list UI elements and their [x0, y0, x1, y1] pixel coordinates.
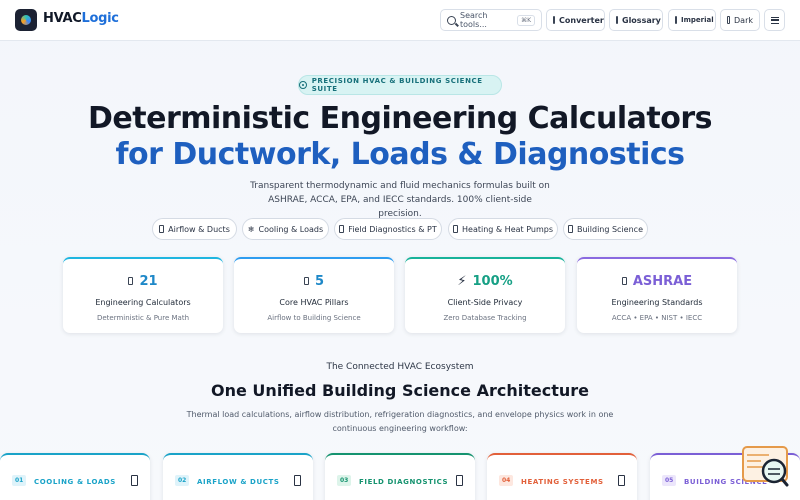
logo-icon[interactable] [15, 9, 37, 31]
search-label: Search tools... [460, 11, 488, 29]
chip-label: Building Science [576, 224, 643, 234]
flame-icon [618, 475, 625, 486]
duct-icon [159, 225, 165, 233]
chip-cooling-loads[interactable]: ❄ Cooling & Loads [242, 218, 329, 240]
units-icon [675, 16, 677, 24]
hamburger-icon [770, 16, 779, 24]
stat-label: Core HVAC Pillars [279, 298, 349, 307]
units-label: Imperial [681, 16, 714, 24]
brand-part-2: Logic [81, 11, 119, 26]
stat-value: 21 [63, 274, 223, 289]
converter-button[interactable]: Converter [546, 9, 605, 31]
moon-icon [727, 16, 731, 24]
chip-label: Airflow & Ducts [168, 224, 230, 234]
converter-icon [553, 16, 555, 24]
chip-label: Field Diagnostics & PT [348, 224, 437, 234]
theme-toggle-button[interactable]: Dark [720, 9, 760, 31]
snowflake-icon [131, 475, 138, 486]
hero-title-line2: for Ductwork, Loads & Diagnostics [115, 137, 685, 172]
stat-card-standards: ASHRAE Engineering Standards ACCA • EPA … [577, 257, 737, 333]
stat-card-calculators: 21 Engineering Calculators Deterministic… [63, 257, 223, 333]
brand-name[interactable]: HVACLogic [43, 11, 119, 26]
pillar-card-cooling[interactable]: 01 COOLING & LOADS [0, 453, 150, 500]
chip-heating-heat-pumps[interactable]: Heating & Heat Pumps [448, 218, 558, 240]
certificate-icon [621, 277, 627, 285]
pillar-index: 03 [337, 475, 352, 486]
top-header: HVACLogic Search tools... ⌘K Converter G… [0, 0, 800, 41]
layers-icon [303, 277, 309, 285]
chip-field-diagnostics[interactable]: Field Diagnostics & PT [334, 218, 442, 240]
search-button[interactable]: Search tools... ⌘K [440, 9, 542, 31]
pillar-name: HEATING SYSTEMS [521, 478, 604, 486]
menu-button[interactable] [764, 9, 785, 31]
hero-title-line1: Deterministic Engineering Calculators [88, 101, 712, 136]
ecosystem-kicker: The Connected HVAC Ecosystem [326, 362, 474, 372]
ecosystem-description: Thermal load calculations, airflow distr… [186, 410, 614, 433]
ecosystem-title: One Unified Building Science Architectur… [211, 381, 589, 400]
hero-badge: PRECISION HVAC & BUILDING SCIENCE SUITE [298, 75, 502, 95]
glossary-search-fab-icon[interactable] [741, 445, 789, 489]
pillar-index: 01 [12, 475, 27, 486]
stat-value: ⚡ 100% [457, 274, 513, 289]
pillar-index: 04 [499, 475, 514, 486]
stat-note: ACCA • EPA • NIST • IECC [611, 314, 703, 322]
flame-icon [453, 225, 458, 233]
pillar-name: FIELD DIAGNOSTICS [359, 478, 449, 486]
stat-card-pillars: 5 Core HVAC Pillars Airflow to Building … [234, 257, 394, 333]
units-toggle-button[interactable]: Imperial [668, 9, 716, 31]
duct-icon [294, 475, 301, 486]
glossary-label: Glossary [622, 15, 661, 25]
hero-subtitle: Transparent thermodynamic and fluid mech… [250, 181, 550, 219]
pillar-card-heating[interactable]: 04 HEATING SYSTEMS [487, 453, 637, 500]
stat-label: Engineering Standards [611, 298, 703, 307]
stat-note: Airflow to Building Science [267, 314, 361, 322]
pillar-name: AIRFLOW & DUCTS [197, 478, 280, 486]
calculator-icon [128, 277, 134, 285]
chip-airflow-ducts[interactable]: Airflow & Ducts [152, 218, 237, 240]
pillar-index: 02 [175, 475, 190, 486]
target-icon [299, 81, 307, 89]
converter-label: Converter [559, 15, 604, 25]
stat-value: ASHRAE [577, 274, 737, 289]
building-icon [567, 225, 573, 233]
stat-value: 5 [234, 274, 394, 289]
hero-badge-label: PRECISION HVAC & BUILDING SCIENCE SUITE [311, 77, 483, 93]
lightning-icon: ⚡ [457, 274, 467, 289]
gauge-icon [456, 475, 463, 486]
gauge-icon [339, 225, 345, 233]
brand-part-1: HVAC [43, 11, 82, 26]
pillar-card-diagnostics[interactable]: 03 FIELD DIAGNOSTICS [325, 453, 475, 500]
book-icon [616, 16, 618, 24]
stat-card-privacy: ⚡ 100% Client-Side Privacy Zero Database … [405, 257, 565, 333]
chip-label: Cooling & Loads [258, 224, 324, 234]
glossary-button[interactable]: Glossary [609, 9, 663, 31]
snowflake-icon: ❄ [247, 224, 255, 234]
chip-building-science[interactable]: Building Science [563, 218, 648, 240]
pillar-name: COOLING & LOADS [34, 478, 116, 486]
theme-label: Dark [734, 15, 753, 25]
pillar-index: 05 [662, 475, 677, 486]
stat-note: Deterministic & Pure Math [96, 314, 190, 322]
stat-note: Zero Database Tracking [443, 314, 527, 322]
search-shortcut: ⌘K [517, 14, 535, 26]
stat-label: Engineering Calculators [95, 298, 191, 307]
search-icon [447, 15, 456, 25]
pillar-card-airflow[interactable]: 02 AIRFLOW & DUCTS [163, 453, 313, 500]
chip-label: Heating & Heat Pumps [462, 224, 553, 234]
stat-label: Client-Side Privacy [447, 298, 523, 307]
